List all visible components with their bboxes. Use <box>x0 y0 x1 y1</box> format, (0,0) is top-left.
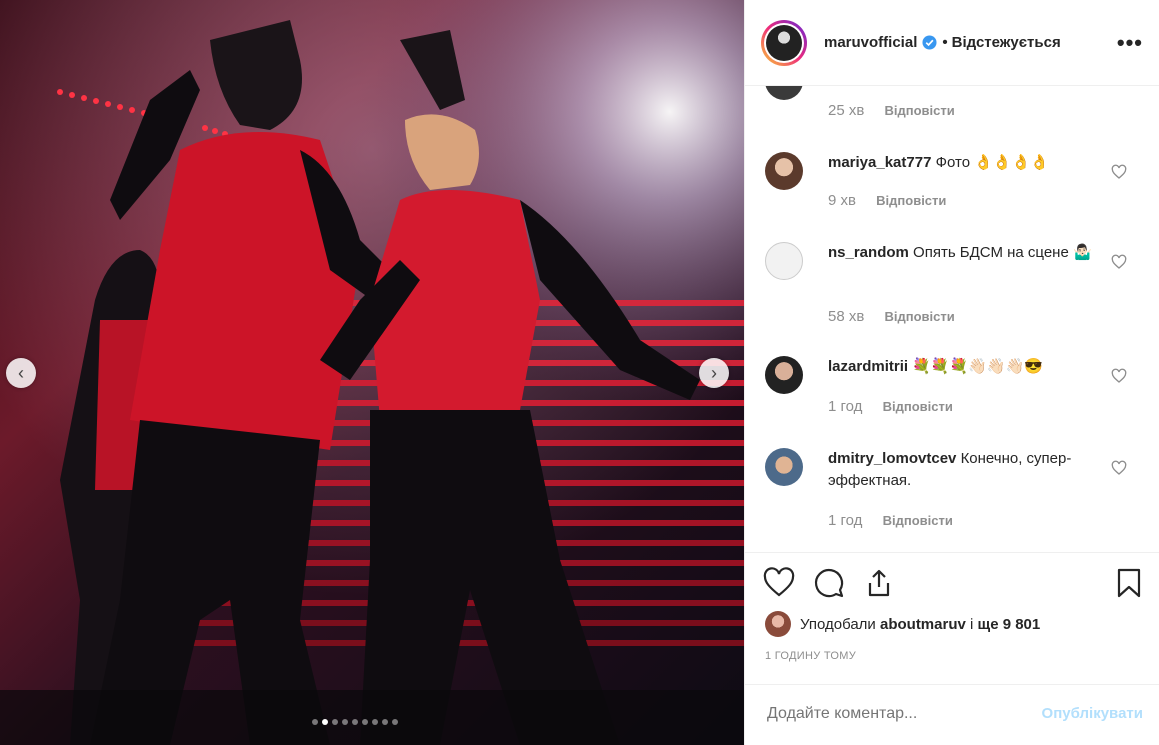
comment-text: Фото 👌👌👌👌 <box>935 154 1049 171</box>
comment-body: dmitry_lomovtcev Конечно, супер-эффектна… <box>828 448 1098 492</box>
reply-button[interactable]: Відповісти <box>883 399 953 414</box>
comment-meta: 25 хв Відповісти <box>828 102 955 119</box>
comment-text: 💐💐💐👋🏻👋🏻👋🏻😎 <box>912 358 1043 375</box>
comment-avatar[interactable] <box>765 152 803 190</box>
more-options-icon[interactable]: ••• <box>1117 30 1143 56</box>
comment-time: 1 год <box>828 398 863 415</box>
comment-meta: 1 год Відповісти <box>828 398 953 415</box>
carousel-dot <box>392 719 398 725</box>
author-avatar[interactable] <box>761 19 807 66</box>
like-comment-heart-icon[interactable] <box>1111 368 1127 384</box>
carousel-dot <box>382 719 388 725</box>
reply-button[interactable]: Відповісти <box>876 193 946 208</box>
likes-count-button[interactable]: ще 9 801 <box>978 616 1041 633</box>
follow-status-button[interactable]: Відстежується <box>952 34 1061 51</box>
share-icon[interactable] <box>863 567 895 599</box>
bookmark-icon[interactable] <box>1113 567 1145 599</box>
comment-time: 58 хв <box>828 308 865 325</box>
comment-meta: 1 год Відповісти <box>828 512 953 529</box>
comment-avatar[interactable] <box>765 448 803 486</box>
comment-body: lazardmitrii 💐💐💐👋🏻👋🏻👋🏻😎 <box>828 356 1098 378</box>
comment-avatar[interactable] <box>765 356 803 394</box>
comment-username[interactable]: ns_random <box>828 244 909 261</box>
carousel-dot-active <box>322 719 328 725</box>
post-header: maruvofficial • Відстежується ••• <box>745 0 1159 86</box>
comment-username[interactable]: dmitry_lomovtcev <box>828 450 956 467</box>
carousel-dot <box>352 719 358 725</box>
like-comment-heart-icon[interactable] <box>1111 254 1127 270</box>
comment-time: 1 год <box>828 512 863 529</box>
like-comment-heart-icon[interactable] <box>1111 164 1127 180</box>
reply-button[interactable]: Відповісти <box>885 309 955 324</box>
add-comment-section: Опублікувати <box>745 684 1159 745</box>
carousel-dot <box>362 719 368 725</box>
comment-body: ns_random Опять БДСМ на сцене 🤷🏻‍♂️ <box>828 242 1098 264</box>
post-sidebar: maruvofficial • Відстежується ••• 25 хв … <box>744 0 1159 745</box>
likes-connector: і <box>970 615 974 633</box>
comment-meta: 9 хв Відповісти <box>828 192 946 209</box>
post-photo[interactable]: ‹ › <box>0 0 744 745</box>
comment-avatar[interactable] <box>765 242 803 280</box>
like-heart-icon[interactable] <box>763 567 795 599</box>
carousel-indicator <box>312 719 398 725</box>
chevron-right-icon: › <box>711 362 717 383</box>
carousel-dot <box>342 719 348 725</box>
comment-time: 9 хв <box>828 192 856 209</box>
comment-input[interactable] <box>765 704 1009 724</box>
comment-meta: 58 хв Відповісти <box>828 308 955 325</box>
comment-text: Опять БДСМ на сцене 🤷🏻‍♂️ <box>913 244 1092 261</box>
carousel-dot <box>372 719 378 725</box>
liker-avatar[interactable] <box>765 611 791 637</box>
post-actions-bar <box>745 552 1159 598</box>
carousel-next-button[interactable]: › <box>699 358 729 388</box>
post-comment-button[interactable]: Опублікувати <box>1042 705 1143 722</box>
comment-time: 25 хв <box>828 102 865 119</box>
carousel-prev-button[interactable]: ‹ <box>6 358 36 388</box>
likes-prefix: Уподобали <box>800 615 876 633</box>
like-comment-heart-icon[interactable] <box>1111 460 1127 476</box>
post-timestamp[interactable]: 1 ГОДИНУ ТОМУ <box>765 650 856 662</box>
stage-photo-illustration <box>0 0 744 745</box>
reply-button[interactable]: Відповісти <box>885 103 955 118</box>
comment-username[interactable]: lazardmitrii <box>828 358 908 375</box>
chevron-left-icon: ‹ <box>18 362 24 383</box>
likes-summary: Уподобали aboutmaruv і ще 9 801 <box>765 611 1040 637</box>
comment-avatar[interactable] <box>765 86 803 100</box>
author-username[interactable]: maruvofficial <box>824 34 917 51</box>
reply-button[interactable]: Відповісти <box>883 513 953 528</box>
comment-bubble-icon[interactable] <box>813 567 845 599</box>
comments-list: 25 хв Відповісти mariya_kat777 Фото 👌👌👌👌… <box>745 86 1159 552</box>
comment-username[interactable]: mariya_kat777 <box>828 154 931 171</box>
carousel-dot <box>332 719 338 725</box>
liker-username[interactable]: aboutmaruv <box>880 616 966 633</box>
verified-badge-icon <box>922 35 937 50</box>
comment-body: mariya_kat777 Фото 👌👌👌👌 <box>828 152 1098 174</box>
carousel-dot <box>312 719 318 725</box>
header-separator: • <box>942 34 948 51</box>
